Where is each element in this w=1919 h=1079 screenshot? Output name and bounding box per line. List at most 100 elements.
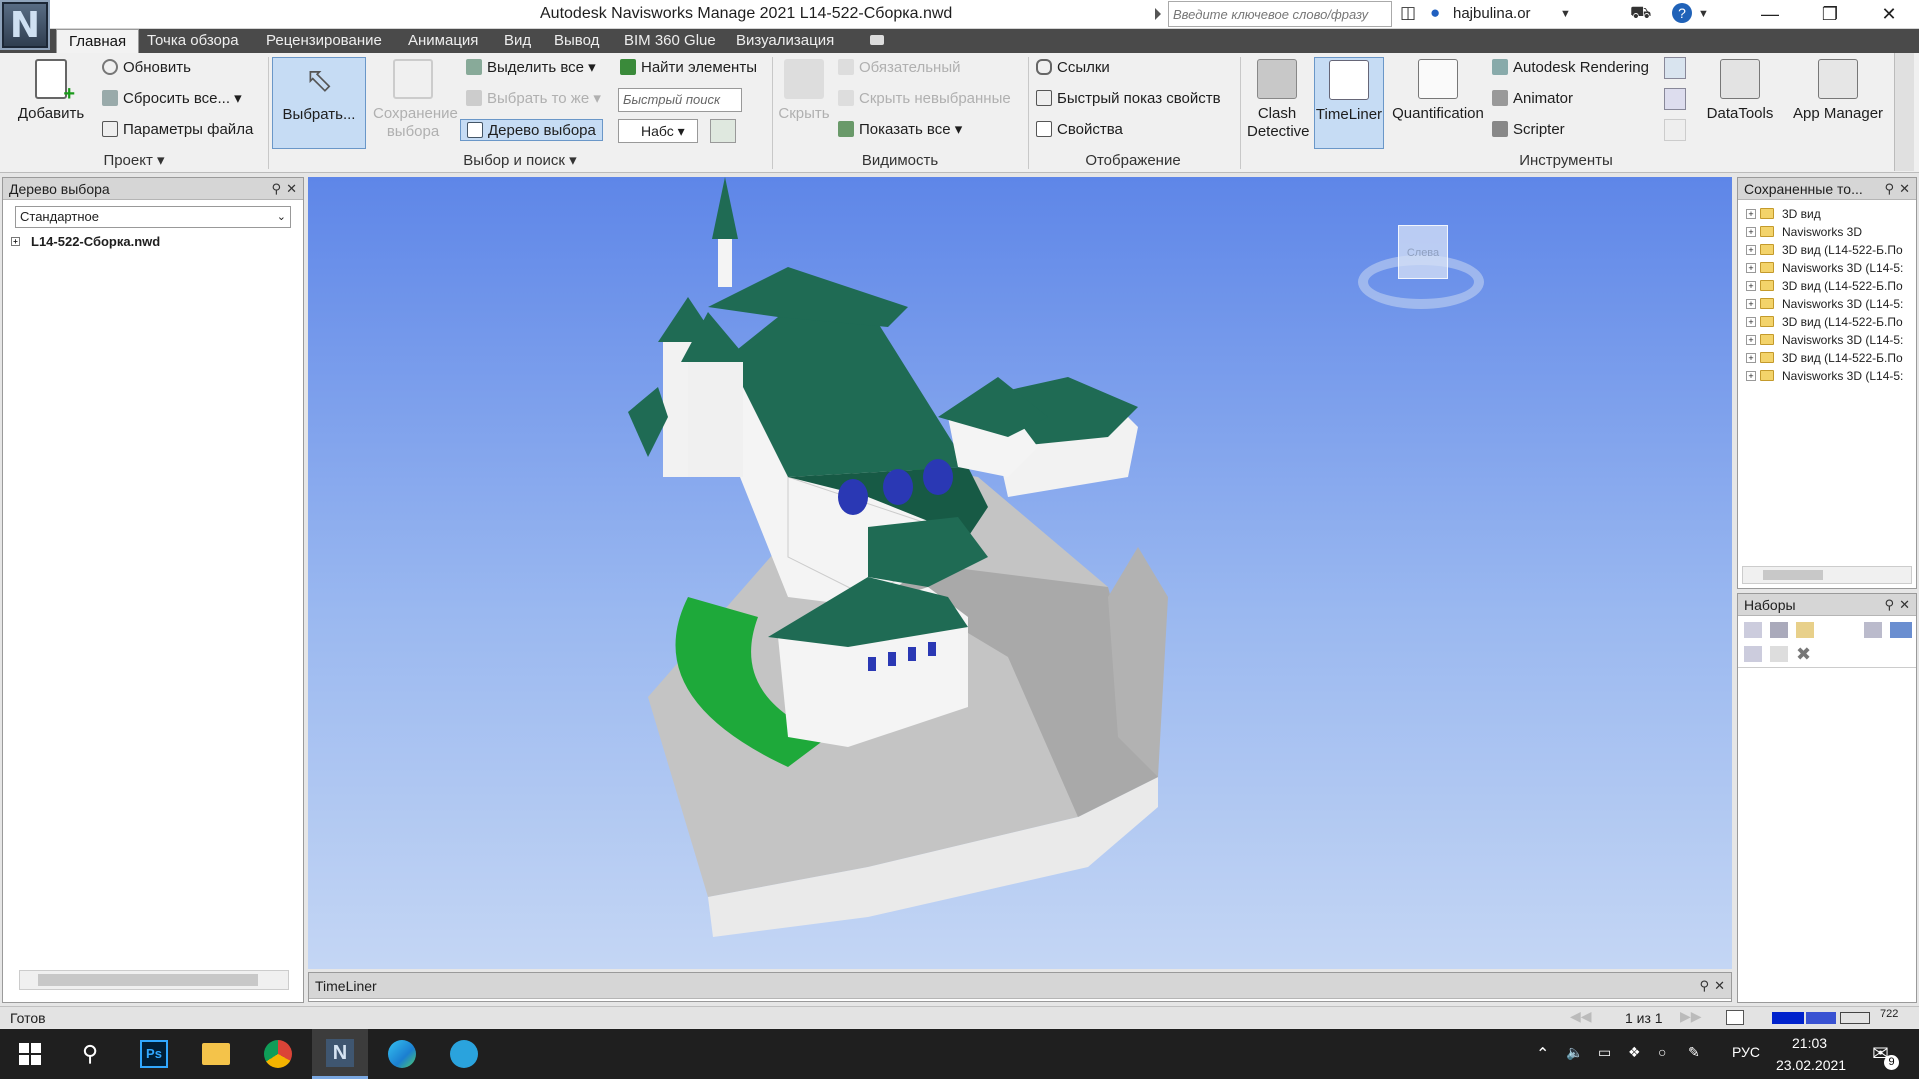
required-button[interactable]: Обязательный [838, 57, 961, 79]
expand-icon[interactable]: + [1746, 299, 1756, 309]
chevron-down-icon[interactable]: ▼ [1560, 8, 1571, 20]
speaker-icon[interactable]: 🔈 [1566, 1044, 1583, 1061]
scrollbar-thumb[interactable] [38, 974, 258, 986]
selection-tree-button[interactable]: Дерево выбора [460, 119, 603, 141]
search-input[interactable]: Введите ключевое слово/фразу [1168, 1, 1392, 27]
viewpoint-item[interactable]: + Navisworks 3D (L14-5: [1738, 259, 1916, 277]
horizontal-scrollbar[interactable] [19, 970, 289, 990]
hide-button[interactable]: Скрыть [776, 57, 832, 149]
links-button[interactable]: Ссылки [1036, 57, 1110, 79]
app-menu-button[interactable]: N [0, 0, 50, 50]
scrollbar-thumb[interactable] [1763, 570, 1823, 580]
navisworks-taskbar-icon[interactable]: N [312, 1029, 368, 1079]
tab-view[interactable]: Вид [492, 29, 543, 53]
expand-icon[interactable]: + [1746, 353, 1756, 363]
add-icon[interactable] [1744, 646, 1762, 662]
pin-icon[interactable]: ⚲ [1699, 973, 1709, 999]
clash-detective-button[interactable]: Clash Detective [1244, 57, 1310, 149]
viewpoint-item[interactable]: +3D вид [1738, 205, 1916, 223]
refresh-button[interactable]: Обновить [102, 57, 191, 79]
autodesk-rendering-button[interactable]: Autodesk Rendering [1492, 57, 1649, 79]
horizontal-scrollbar[interactable] [1742, 566, 1912, 584]
clock-date[interactable]: 23.02.2021 [1776, 1057, 1846, 1073]
delete-icon[interactable]: ✖ [1796, 644, 1811, 665]
tab-output[interactable]: Вывод [542, 29, 611, 53]
datatools-button[interactable]: DataTools [1700, 57, 1780, 149]
expand-icon[interactable]: + [1746, 371, 1756, 381]
file-explorer-icon[interactable] [188, 1029, 244, 1079]
edge-icon[interactable] [374, 1029, 430, 1079]
user-name[interactable]: hajbulina.or [1453, 5, 1531, 22]
viewcube[interactable]: Слева [1356, 215, 1486, 315]
close-icon[interactable]: ✕ [286, 178, 297, 200]
new-folder-icon[interactable] [1796, 622, 1814, 638]
viewpoint-item[interactable]: + Navisworks 3D (L14-5: [1738, 295, 1916, 313]
save-search-icon[interactable] [1770, 622, 1788, 638]
3d-viewport[interactable]: Слева [308, 177, 1732, 969]
viewcube-face[interactable]: Слева [1398, 225, 1448, 279]
last-page-icon[interactable]: ▶▶ [1680, 1008, 1702, 1025]
close-icon[interactable]: ✕ [1714, 973, 1725, 999]
quick-properties-button[interactable]: Быстрый показ свойств [1036, 88, 1221, 110]
appearance-profiler-button[interactable] [1664, 57, 1686, 79]
pin-icon[interactable]: ⚲ [271, 178, 281, 200]
language-indicator[interactable]: РУС [1732, 1044, 1760, 1060]
expand-icon[interactable]: + [1746, 209, 1756, 219]
timeliner-button[interactable]: TimeLiner [1314, 57, 1384, 149]
properties-button[interactable]: Свойства [1036, 119, 1123, 141]
tab-bim360[interactable]: BIM 360 Glue [612, 29, 728, 53]
maximize-button[interactable]: ❐ [1800, 0, 1860, 29]
search-icon[interactable]: ⚲ [62, 1029, 118, 1079]
chevron-down-icon[interactable]: ▼ [1698, 8, 1709, 20]
chrome-icon[interactable] [250, 1029, 306, 1079]
wifi-icon[interactable]: ○ [1658, 1044, 1666, 1060]
save-selection-icon[interactable] [1744, 622, 1762, 638]
photoshop-icon[interactable]: Ps [126, 1029, 182, 1079]
tab-home[interactable]: Главная [56, 29, 140, 53]
dropbox-icon[interactable]: ❖ [1628, 1044, 1641, 1061]
pin-icon[interactable]: ⚲ [1884, 594, 1894, 616]
hide-unselected-button[interactable]: Скрыть невыбранные [838, 88, 1011, 110]
help-icon[interactable]: ? [1672, 3, 1692, 23]
tab-animation[interactable]: Анимация [396, 29, 490, 53]
viewpoint-item[interactable]: +3D вид (L14-522-Б.По [1738, 313, 1916, 331]
cart-icon[interactable]: ⛟ [1630, 3, 1651, 25]
clock-time[interactable]: 21:03 [1792, 1035, 1827, 1051]
animator-button[interactable]: Animator [1492, 88, 1573, 110]
pen-icon[interactable]: ✎ [1688, 1044, 1700, 1061]
file-options-button[interactable]: Параметры файла [102, 119, 253, 141]
minimize-button[interactable]: — [1740, 0, 1800, 29]
binoculars-icon[interactable]: ◫ [1400, 3, 1416, 23]
compare-button[interactable] [1664, 119, 1686, 141]
close-icon[interactable]: ✕ [1899, 178, 1910, 200]
expand-icon[interactable]: + [1746, 281, 1756, 291]
tab-options-icon[interactable] [870, 35, 884, 45]
telegram-icon[interactable] [436, 1029, 492, 1079]
manage-sets-button[interactable] [710, 119, 736, 143]
battery-icon[interactable]: ▭ [1598, 1044, 1611, 1061]
expand-icon[interactable]: + [1746, 335, 1756, 345]
add-button[interactable]: + Добавить [10, 57, 92, 149]
scripter-button[interactable]: Scripter [1492, 119, 1565, 141]
first-page-icon[interactable]: ◀◀ [1570, 1008, 1592, 1025]
expand-icon[interactable]: + [1746, 317, 1756, 327]
comment-icon[interactable] [1770, 646, 1788, 662]
close-icon[interactable]: ✕ [1899, 594, 1910, 616]
viewpoint-item[interactable]: +3D вид (L14-522-Б.По [1738, 277, 1916, 295]
viewpoint-item[interactable]: +3D вид (L14-522-Б.По [1738, 241, 1916, 259]
expand-icon[interactable]: + [1746, 245, 1756, 255]
tab-render[interactable]: Визуализация [724, 29, 846, 53]
close-button[interactable]: ✕ [1859, 0, 1919, 29]
sort-icon[interactable] [1864, 622, 1882, 638]
quick-find-input[interactable]: Быстрый поиск [618, 88, 742, 112]
chevron-up-icon[interactable]: ⌃ [1536, 1044, 1549, 1064]
quantification-button[interactable]: Quantification [1388, 57, 1488, 149]
expand-icon[interactable]: + [1746, 227, 1756, 237]
search-expand-icon[interactable] [1155, 8, 1161, 20]
reset-all-button[interactable]: Сбросить все... ▾ [102, 88, 242, 110]
tab-review[interactable]: Рецензирование [254, 29, 394, 53]
app-manager-button[interactable]: App Manager [1786, 57, 1890, 149]
batch-utility-button[interactable] [1664, 88, 1686, 110]
show-all-button[interactable]: Показать все ▾ [838, 119, 962, 141]
expand-icon[interactable]: + [11, 237, 20, 246]
